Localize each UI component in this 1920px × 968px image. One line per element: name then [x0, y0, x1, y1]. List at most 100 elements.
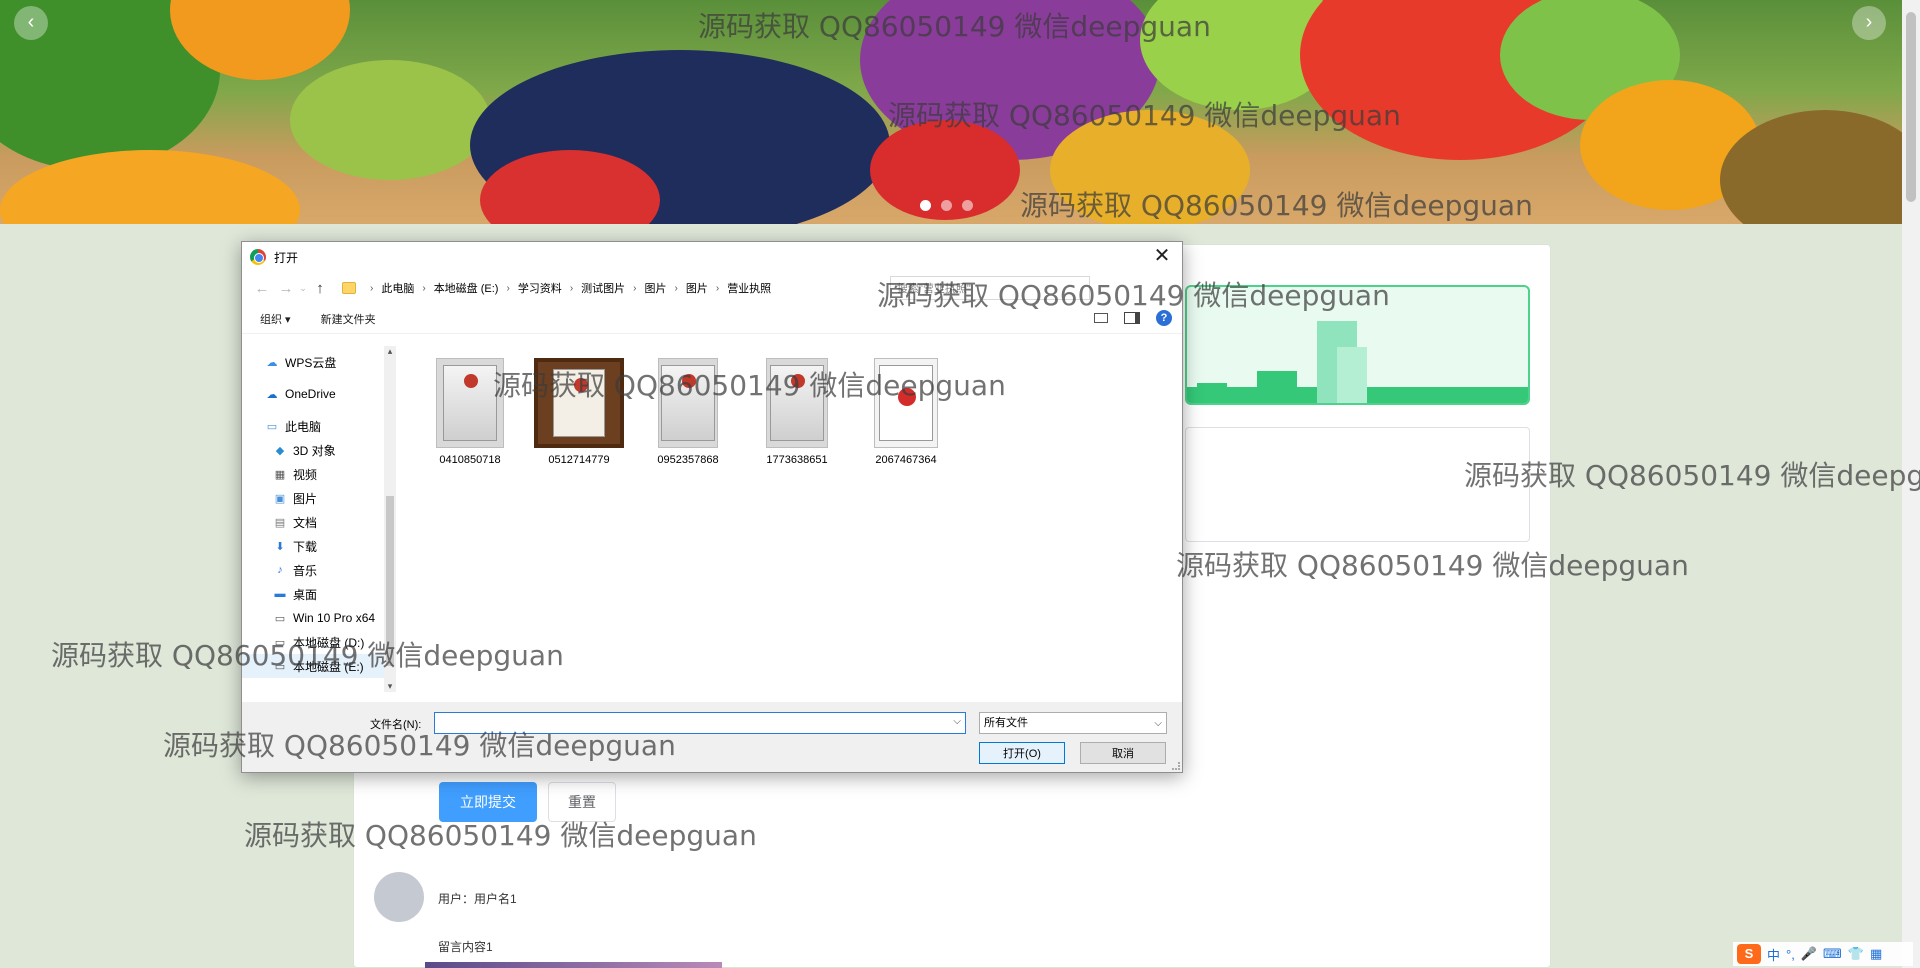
nav-item[interactable]: ▣ 图片 — [242, 486, 396, 510]
organize-menu[interactable]: 组织 ▾ — [260, 311, 291, 327]
nav-scroll-thumb[interactable] — [386, 496, 394, 666]
computer-icon: ▭ — [266, 420, 278, 433]
preview-pane-icon[interactable] — [1124, 312, 1140, 324]
download-icon: ⬇ — [275, 540, 285, 553]
carousel-prev-button[interactable]: ‹ — [14, 6, 48, 40]
nav-item-label: OneDrive — [285, 387, 336, 401]
breadcrumb-item[interactable]: 图片 — [645, 280, 667, 296]
skin-icon[interactable]: 👕 — [1848, 946, 1864, 962]
nav-item[interactable]: ♪ 音乐 — [242, 558, 396, 582]
file-thumbnail — [658, 358, 718, 448]
city-skyline-image — [1187, 321, 1528, 403]
close-icon[interactable]: ✕ — [1148, 244, 1176, 268]
file-type-value: 所有文件 — [984, 717, 1028, 729]
message-textarea[interactable] — [1185, 427, 1530, 542]
nav-item-label: 桌面 — [293, 587, 318, 602]
ime-mode[interactable]: 中 — [1767, 945, 1780, 964]
file-item[interactable]: 0952357868 — [643, 358, 733, 466]
breadcrumb-item[interactable]: 营业执照 — [727, 280, 771, 296]
breadcrumb-item[interactable]: 测试图片 — [581, 280, 625, 296]
file-item[interactable]: 1773638651 — [752, 358, 842, 466]
carousel-next-button[interactable]: › — [1852, 6, 1886, 40]
chevron-down-icon[interactable]: ⌵ — [953, 716, 961, 727]
microphone-icon[interactable]: 🎤 — [1801, 946, 1817, 962]
carousel-dot[interactable] — [941, 200, 952, 211]
file-item[interactable]: 2067467364 — [861, 358, 951, 466]
file-thumbnail — [534, 358, 624, 448]
image-uploader[interactable] — [1185, 285, 1530, 405]
comment-user: 用户：用户名1 — [438, 892, 517, 906]
nav-item[interactable]: ◆ 3D 对象 — [242, 438, 396, 462]
chevron-up-icon[interactable]: ▴ — [384, 346, 396, 357]
carousel-dot[interactable] — [920, 200, 931, 211]
breadcrumb-item[interactable]: 此电脑 — [381, 280, 414, 296]
chevron-right-icon: › — [569, 282, 574, 294]
back-arrow-icon[interactable]: ← — [250, 280, 274, 297]
folder-icon — [342, 282, 356, 294]
help-icon[interactable]: ? — [1156, 310, 1172, 326]
keyboard-icon[interactable]: ⌨ — [1823, 946, 1842, 962]
file-open-dialog: 打开 ✕ ← → ⌄ ↑ › 此电脑 › 本地磁盘 (E:) › 学习资料 › … — [241, 241, 1183, 773]
file-name: 0512714779 — [548, 454, 610, 466]
file-item[interactable]: 0512714779 — [534, 358, 624, 466]
nav-item[interactable]: ▭ 本地磁盘 (D:) — [242, 630, 396, 654]
navigation-pane: ☁ WPS云盘 ☁ OneDrive ▭ 此电脑 ◆ 3D 对象 ▦ 视频 ▣ … — [242, 346, 396, 692]
chevron-right-icon: › — [506, 282, 510, 294]
page-scroll-thumb[interactable] — [1906, 12, 1916, 202]
nav-scrollbar[interactable]: ▴ ▾ — [384, 346, 396, 692]
dialog-toolbar: 组织 ▾ 新建文件夹 — [242, 304, 1182, 334]
cloud-icon: ☁ — [266, 356, 278, 369]
new-folder-button[interactable]: 新建文件夹 — [321, 311, 376, 327]
nav-item-label: 此电脑 — [285, 419, 322, 434]
file-type-select[interactable]: 所有文件 ⌵ — [979, 712, 1167, 734]
comment-image — [425, 962, 722, 968]
nav-item-label: 视频 — [293, 467, 318, 482]
nav-item-label: 音乐 — [293, 563, 318, 578]
nav-item[interactable]: ▦ 视频 — [242, 462, 396, 486]
nav-item[interactable]: ▭ 此电脑 — [242, 414, 396, 438]
search-input[interactable]: 搜索"营业执照" — [890, 276, 1090, 300]
sogou-ime-icon[interactable]: S — [1737, 944, 1761, 964]
file-item[interactable]: 0410850718 — [425, 358, 515, 466]
breadcrumb[interactable]: › 此电脑 › 本地磁盘 (E:) › 学习资料 › 测试图片 › 图片 › 图… — [340, 275, 860, 301]
breadcrumb-item[interactable]: 图片 — [686, 280, 708, 296]
nav-item-label: Win 10 Pro x64 — [293, 611, 376, 625]
filename-input[interactable]: ⌵ — [434, 712, 966, 734]
chrome-icon — [250, 249, 266, 265]
resize-grip-icon[interactable] — [1172, 762, 1180, 770]
breadcrumb-item[interactable]: 本地磁盘 (E:) — [434, 280, 499, 296]
nav-item[interactable]: ⬇ 下载 — [242, 534, 396, 558]
open-button[interactable]: 打开(O) — [979, 742, 1065, 764]
nav-item[interactable]: ▭ 本地磁盘 (E:) — [242, 654, 396, 678]
reset-button[interactable]: 重置 — [548, 782, 616, 822]
recent-locations-icon[interactable]: ⌄ — [298, 283, 308, 294]
onedrive-icon: ☁ — [266, 388, 278, 401]
dialog-footer: 文件名(N): ⌵ 所有文件 ⌵ 打开(O) 取消 — [242, 702, 1182, 772]
3d-objects-icon: ◆ — [275, 444, 285, 457]
breadcrumb-item[interactable]: 学习资料 — [518, 280, 562, 296]
submit-button[interactable]: 立即提交 — [439, 782, 537, 822]
comment-text: 留言内容1 — [438, 940, 493, 954]
nav-item[interactable]: ▬ 桌面 — [242, 582, 396, 606]
punctuation-icon[interactable]: °, — [1786, 947, 1795, 962]
nav-item[interactable]: ☁ WPS云盘 — [242, 350, 396, 374]
cancel-button[interactable]: 取消 — [1080, 742, 1166, 764]
chevron-right-icon: › — [715, 282, 720, 294]
forward-arrow-icon[interactable]: → — [274, 280, 298, 297]
view-options-icon[interactable] — [1094, 313, 1108, 323]
nav-item-label: 本地磁盘 (D:) — [293, 635, 365, 650]
avatar — [374, 872, 424, 922]
nav-item[interactable]: ☁ OneDrive — [242, 382, 396, 406]
carousel-dot[interactable] — [962, 200, 973, 211]
drive-icon: ▭ — [274, 612, 286, 625]
chevron-down-icon[interactable]: ▾ — [384, 681, 396, 692]
toolbar-right: ? — [1094, 310, 1172, 326]
up-arrow-icon[interactable]: ↑ — [308, 280, 332, 297]
nav-item-label: 图片 — [293, 491, 318, 506]
toolbox-icon[interactable]: ▦ — [1870, 946, 1882, 962]
nav-item[interactable]: ▤ 文档 — [242, 510, 396, 534]
ime-toolbar: S 中 °, 🎤 ⌨ 👕 ▦ — [1733, 942, 1913, 966]
nav-item[interactable]: ▭ Win 10 Pro x64 — [242, 606, 396, 630]
file-thumbnail — [874, 358, 938, 448]
file-name: 0410850718 — [439, 454, 501, 466]
